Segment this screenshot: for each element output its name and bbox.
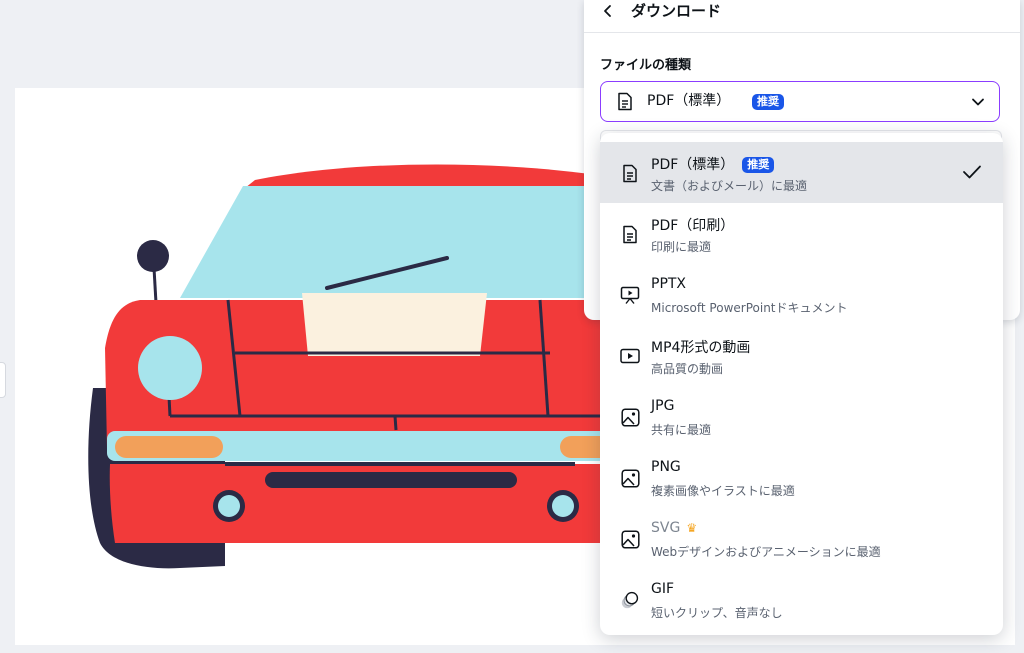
panel-title: ダウンロード bbox=[631, 2, 722, 20]
option-label: SVG ♛ bbox=[651, 520, 698, 536]
chevron-down-icon bbox=[971, 94, 985, 113]
option-pptx[interactable]: PPTX Microsoft PowerPointドキュメント bbox=[600, 264, 1003, 325]
file-type-select[interactable]: PDF（標準） 推奨 bbox=[600, 81, 1000, 122]
chevron-left-icon[interactable] bbox=[598, 0, 618, 22]
recommended-badge: 推奨 bbox=[742, 157, 775, 173]
option-description: 短いクリップ、音声なし bbox=[651, 606, 783, 620]
option-description: 文書（およびメール）に最適 bbox=[651, 179, 808, 193]
option-label: JPG bbox=[651, 398, 675, 414]
option-label: PNG bbox=[651, 459, 681, 475]
option-description: 高品質の動画 bbox=[651, 362, 724, 376]
gif-icon bbox=[620, 589, 640, 611]
recommended-badge: 推奨 bbox=[752, 94, 784, 110]
option-label: PDF（印刷） bbox=[651, 218, 735, 234]
option-gif[interactable]: GIF 短いクリップ、音声なし bbox=[600, 569, 1003, 630]
image-icon bbox=[620, 528, 640, 550]
document-icon bbox=[620, 162, 640, 184]
canvas-resize-handle[interactable] bbox=[0, 362, 6, 398]
image-icon bbox=[620, 406, 640, 428]
image-icon bbox=[620, 467, 640, 489]
option-description: 共有に最適 bbox=[651, 423, 712, 437]
option-description: 印刷に最適 bbox=[651, 240, 712, 254]
selected-file-type: PDF（標準） bbox=[647, 93, 731, 109]
document-icon bbox=[620, 223, 640, 245]
option-jpg[interactable]: JPG 共有に最適 bbox=[600, 386, 1003, 447]
option-pdf-standard[interactable]: PDF（標準） 推奨 文書（およびメール）に最適 bbox=[600, 142, 1003, 203]
option-description: 複素画像やイラストに最適 bbox=[651, 484, 795, 498]
file-type-dropdown: PDF（標準） 推奨 文書（およびメール）に最適 PDF（印刷） 印刷に最適 PP… bbox=[600, 133, 1003, 635]
file-type-label: ファイルの種類 bbox=[600, 58, 692, 73]
option-description: Webデザインおよびアニメーションに最適 bbox=[651, 545, 881, 559]
panel-header: ダウンロード bbox=[584, 0, 1020, 33]
option-mp4[interactable]: MP4形式の動画 高品質の動画 bbox=[600, 325, 1003, 386]
option-label: PPTX bbox=[651, 276, 687, 292]
check-icon bbox=[962, 164, 982, 184]
option-label: PDF（標準） 推奨 bbox=[651, 154, 775, 174]
option-png[interactable]: PNG 複素画像やイラストに最適 bbox=[600, 447, 1003, 508]
option-description: Microsoft PowerPointドキュメント bbox=[651, 301, 848, 315]
crown-icon: ♛ bbox=[686, 521, 698, 535]
option-label: MP4形式の動画 bbox=[651, 340, 751, 356]
document-icon bbox=[617, 92, 633, 115]
option-svg[interactable]: SVG ♛ Webデザインおよびアニメーションに最適 bbox=[600, 508, 1003, 569]
presentation-icon bbox=[620, 284, 640, 306]
video-icon bbox=[620, 345, 640, 367]
option-label: GIF bbox=[651, 581, 675, 597]
option-pdf-print[interactable]: PDF（印刷） 印刷に最適 bbox=[600, 203, 1003, 264]
